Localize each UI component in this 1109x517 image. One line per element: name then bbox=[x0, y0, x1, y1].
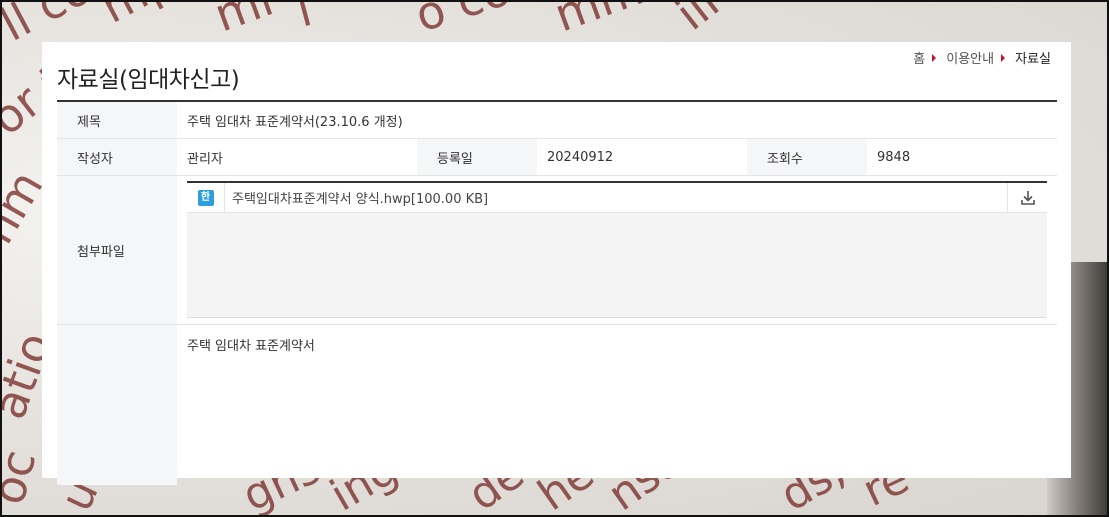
author-label: 작성자 bbox=[57, 139, 177, 175]
meta-row: 작성자 관리자 등록일 20240912 조회수 9848 bbox=[57, 139, 1057, 176]
date-value: 20240912 bbox=[547, 149, 614, 165]
views-label: 조회수 bbox=[747, 139, 867, 175]
breadcrumb-home[interactable]: 홈 bbox=[913, 48, 925, 67]
attachments-list: 한 주택임대차표준계약서 양식.hwp[100.00 KB] bbox=[187, 181, 1047, 318]
download-button[interactable] bbox=[1007, 183, 1047, 212]
title-row: 제목 주택 임대차 표준계약서(23.10.6 개정) bbox=[57, 102, 1057, 139]
content-row: 주택 임대차 표준계약서 bbox=[57, 325, 1057, 485]
download-icon bbox=[1020, 190, 1035, 205]
breadcrumb-section[interactable]: 이용안내 bbox=[946, 48, 994, 67]
breadcrumb-arrow-icon bbox=[1001, 53, 1006, 62]
content-label-column bbox=[57, 325, 177, 485]
browser-viewport: ll co mpl mi i o co mm ill or th nm atio… bbox=[0, 0, 1109, 517]
title-label: 제목 bbox=[57, 102, 177, 138]
attachments-label: 첨부파일 bbox=[57, 176, 177, 324]
author-value: 관리자 bbox=[187, 151, 223, 167]
views-value: 9848 bbox=[877, 149, 911, 165]
attachment-file-link[interactable]: 주택임대차표준계약서 양식.hwp[100.00 KB] bbox=[225, 188, 488, 207]
hwp-file-icon: 한 bbox=[197, 189, 214, 206]
attachments-row: 첨부파일 한 주택임대차표준계약서 양식.hwp[100.00 KB] bbox=[57, 176, 1057, 325]
content-panel: 홈 이용안내 자료실 자료실(임대차신고) 제목 주택 임대차 표준계약서(23… bbox=[42, 42, 1071, 485]
breadcrumb-current[interactable]: 자료실 bbox=[1015, 48, 1051, 67]
post-detail-table: 제목 주택 임대차 표준계약서(23.10.6 개정) 작성자 관리자 등록일 … bbox=[57, 100, 1057, 485]
post-content: 주택 임대차 표준계약서 bbox=[187, 339, 315, 354]
breadcrumb: 홈 이용안내 자료실 bbox=[913, 48, 1051, 67]
title-value: 주택 임대차 표준계약서(23.10.6 개정) bbox=[187, 114, 403, 130]
file-type-cell: 한 bbox=[187, 183, 225, 212]
attachments-container: 한 주택임대차표준계약서 양식.hwp[100.00 KB] bbox=[177, 176, 1057, 324]
attachment-item[interactable]: 한 주택임대차표준계약서 양식.hwp[100.00 KB] bbox=[187, 183, 1047, 213]
breadcrumb-arrow-icon bbox=[932, 53, 937, 62]
page-title: 자료실(임대차신고) bbox=[57, 67, 240, 93]
date-label: 등록일 bbox=[417, 139, 537, 175]
